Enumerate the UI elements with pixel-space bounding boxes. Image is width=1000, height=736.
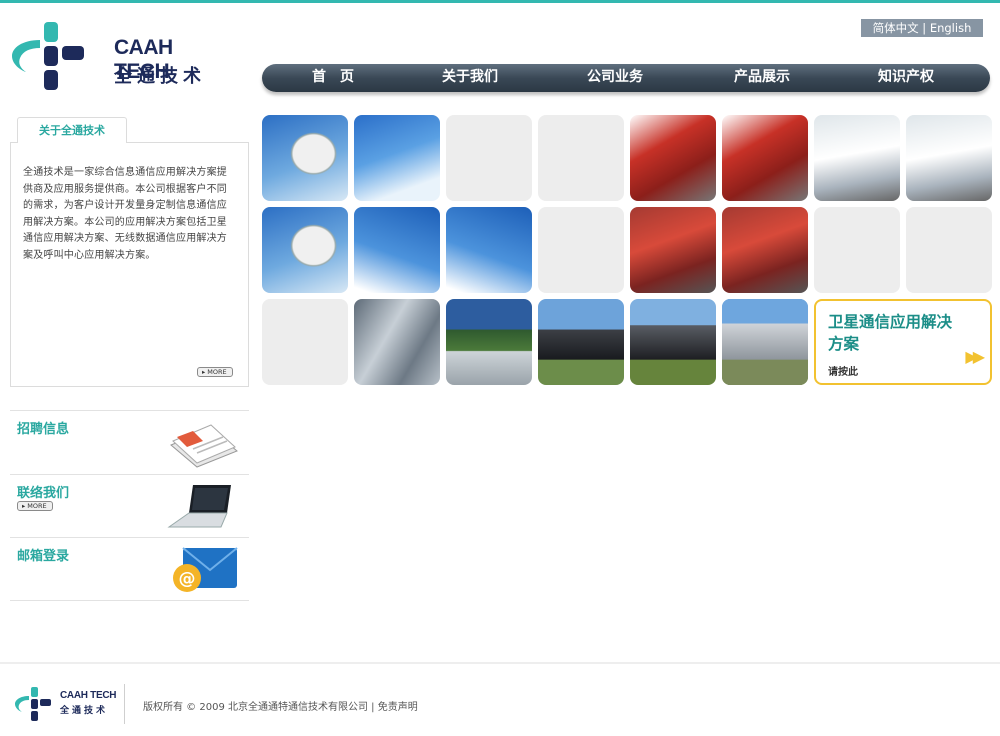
double-arrow-icon: ▶▶ [965, 347, 984, 366]
top-accent-line [0, 0, 1000, 3]
lang-separator: | [922, 21, 927, 35]
mail-login-block[interactable]: 邮箱登录 @ [10, 537, 249, 599]
tile-sky [446, 207, 532, 293]
mail-login-title[interactable]: 邮箱登录 [17, 545, 69, 564]
tile-white-van [722, 299, 808, 385]
tile-blank [814, 207, 900, 293]
tile-comm-bus [906, 115, 992, 201]
footer-logo-cn: 全通技术 [60, 706, 109, 716]
language-switcher: 简体中文 | English [861, 19, 983, 37]
tile-suv [538, 299, 624, 385]
tile-satellite-dish [262, 207, 348, 293]
about-description: 全通技术是一家综合信息通信应用解决方案提供商及应用服务提供商。本公司根据客户不同… [23, 167, 227, 261]
contact-title[interactable]: 联络我们 [17, 482, 69, 501]
nav-item-home[interactable]: 首 页 [312, 64, 354, 92]
promo-title: 卫星通信应用解决方案 [828, 313, 953, 353]
logo-mark-icon [12, 22, 84, 90]
tile-fire-truck [630, 207, 716, 293]
nav-item-products[interactable]: 产品展示 [734, 64, 790, 92]
tile-equipment [354, 299, 440, 385]
tile-blank [906, 207, 992, 293]
jobs-block[interactable]: 招聘信息 [10, 410, 249, 472]
tile-blank [538, 115, 624, 201]
contact-block[interactable]: 联络我们 MORE [10, 474, 249, 536]
tile-blank [538, 207, 624, 293]
footer-separator [124, 684, 125, 724]
main-nav: 首 页 关于我们 公司业务 产品展示 知识产权 [262, 64, 990, 92]
nav-item-business[interactable]: 公司业务 [587, 64, 643, 92]
nav-item-about[interactable]: 关于我们 [442, 64, 498, 92]
lang-english-link[interactable]: English [930, 21, 972, 35]
tile-fire-truck [630, 115, 716, 201]
contact-more-button[interactable]: MORE [17, 501, 53, 511]
svg-text:@: @ [179, 569, 196, 589]
about-tab[interactable]: 关于全通技术 [17, 117, 127, 143]
jobs-title[interactable]: 招聘信息 [17, 418, 69, 437]
footer-logo-mark-icon [15, 687, 51, 721]
photo-grid: 卫星通信应用解决方案 请按此 ▶▶ [262, 115, 993, 387]
laptop-icon [167, 485, 231, 528]
tile-landscape [446, 299, 532, 385]
tile-sky [354, 115, 440, 201]
documents-icon [170, 424, 238, 468]
satellite-solution-promo[interactable]: 卫星通信应用解决方案 请按此 ▶▶ [814, 299, 992, 385]
nav-item-ip[interactable]: 知识产权 [878, 64, 934, 92]
lang-chinese-link[interactable]: 简体中文 [873, 21, 919, 35]
tile-sky [354, 207, 440, 293]
promo-click-link[interactable]: 请按此 [828, 363, 858, 378]
side-divider [10, 600, 249, 601]
email-icon: @ [173, 547, 238, 592]
about-more-button[interactable]: MORE [197, 367, 233, 377]
tile-van [630, 299, 716, 385]
logo-text-cn: 全通技术 [114, 66, 206, 87]
tile-blank [446, 115, 532, 201]
tile-fire-truck [722, 207, 808, 293]
footer-logo-en: CAAH TECH [60, 690, 117, 701]
tile-fire-truck [722, 115, 808, 201]
tile-blank [262, 299, 348, 385]
footer-logo[interactable]: CAAH TECH 全通技术 [14, 686, 124, 724]
copyright-text: 版权所有 © 2009 北京全通通特通信技术有限公司 | 免责声明 [143, 702, 418, 713]
footer-divider [0, 662, 1000, 664]
tile-satellite-dish [262, 115, 348, 201]
site-logo[interactable]: CAAH TECH 全通技术 [10, 22, 225, 97]
tile-comm-bus [814, 115, 900, 201]
